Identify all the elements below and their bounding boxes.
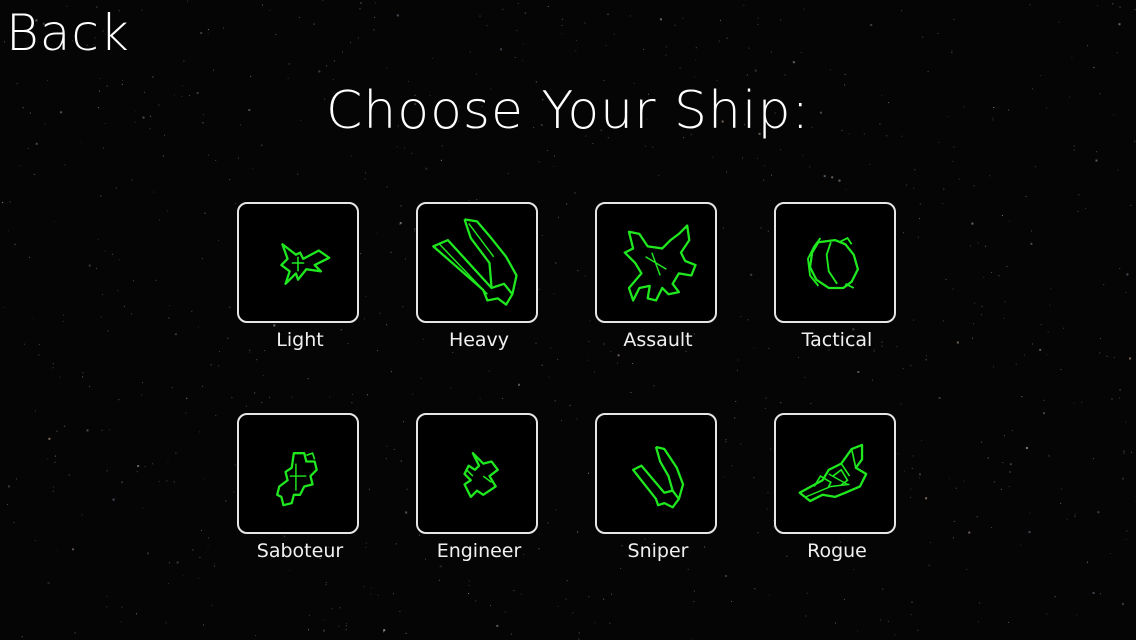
ship-option-sniper[interactable]: Sniper: [595, 413, 721, 562]
ship-option-light[interactable]: Light: [237, 202, 363, 351]
ship-label: Saboteur: [256, 540, 344, 562]
back-button[interactable]: Back: [6, 8, 130, 58]
ship-label: Heavy: [448, 329, 510, 351]
sniper-ship-icon: [631, 445, 685, 508]
ship-label: Engineer: [436, 540, 522, 562]
ship-frame: [774, 202, 896, 323]
engineer-ship-icon: [463, 451, 499, 498]
ship-label: Sniper: [627, 540, 689, 562]
ship-option-saboteur[interactable]: Saboteur: [237, 413, 363, 562]
ship-label: Tactical: [801, 329, 873, 351]
ship-option-assault[interactable]: Assault: [595, 202, 721, 351]
ship-label: Assault: [623, 329, 693, 351]
ship-frame: [595, 413, 717, 534]
tactical-ship-icon: [806, 236, 860, 289]
ship-label: Rogue: [807, 540, 867, 562]
ship-option-rogue[interactable]: Rogue: [774, 413, 900, 562]
ship-option-tactical[interactable]: Tactical: [774, 202, 900, 351]
ship-option-heavy[interactable]: Heavy: [416, 202, 542, 351]
assault-ship-icon: [623, 223, 697, 302]
light-ship-icon: [280, 242, 331, 285]
ship-option-engineer[interactable]: Engineer: [416, 413, 542, 562]
ship-frame: [416, 202, 538, 323]
heavy-ship-icon: [432, 217, 518, 306]
rogue-ship-icon: [798, 443, 868, 502]
saboteur-ship-icon: [276, 451, 318, 506]
ship-frame: [237, 413, 359, 534]
ship-frame: [774, 413, 896, 534]
ship-label: Light: [276, 329, 324, 351]
page-title: Choose Your Ship:: [326, 81, 810, 141]
ship-frame: [416, 413, 538, 534]
ship-frame: [595, 202, 717, 323]
ship-frame: [237, 202, 359, 323]
